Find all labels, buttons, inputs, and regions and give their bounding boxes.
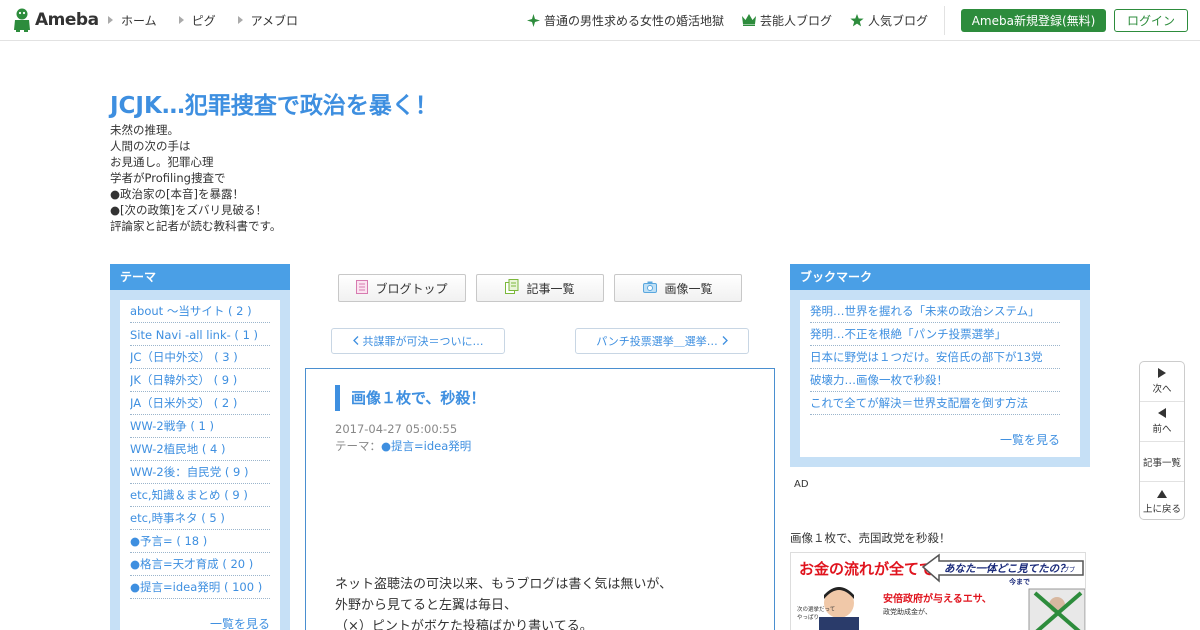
theme-item[interactable]: about ～当サイト ( 2 ) (130, 300, 270, 323)
entry-list-button[interactable]: 記事一覧 (476, 274, 604, 302)
global-nav: ホーム ピグ アメブロ (108, 0, 320, 40)
star-icon (850, 13, 864, 27)
floating-side-nav: 次へ 前へ 記事一覧 上に戻る (1139, 361, 1185, 520)
bookmark-item[interactable]: 発明…世界を握れる「未来の政治システム」 (810, 300, 1060, 323)
camera-icon (643, 281, 658, 296)
promo-link-celebrity[interactable]: 芸能人ブログ (742, 0, 832, 40)
theme-box-title: テーマ (110, 264, 290, 290)
ad-banner-image[interactable]: お金の流れが全てです。 あなた一体どこ見てたの？ ププ 今まで 次の選挙だって … (790, 552, 1086, 630)
caret-right-icon (178, 16, 184, 24)
blog-title[interactable]: JCJK…犯罪捜査で政治を暴く！ (110, 86, 438, 120)
article-theme-link[interactable]: ●提言=idea発明 (381, 439, 471, 453)
triangle-left-icon (1158, 408, 1166, 418)
sparkle-icon (527, 13, 540, 27)
theme-item[interactable]: JK（日韓外交） ( 9 ) (130, 369, 270, 392)
prev-entry-link[interactable]: 共謀罪が可決＝ついに… (331, 328, 505, 354)
theme-item[interactable]: WW-2植民地 ( 4 ) (130, 438, 270, 461)
theme-more-link[interactable]: 一覧を見る (210, 615, 270, 630)
ad-left-note2: やっぱり (797, 613, 819, 621)
article-body: ネット盗聴法の可決以来、もうブログは書く気は無いが、 外野から見てると左翼は毎日… (335, 577, 673, 630)
ad-label: AD (794, 479, 809, 490)
promo-link-popular[interactable]: 人気ブログ (850, 0, 928, 40)
header-divider (944, 6, 945, 35)
side-next-button[interactable]: 次へ (1140, 362, 1184, 402)
theme-item[interactable]: ●格言=天才育成 ( 20 ) (130, 553, 270, 576)
caret-right-icon (237, 16, 243, 24)
documents-icon (505, 279, 519, 297)
caret-right-icon (108, 16, 113, 24)
blog-description: 未然の推理。 人間の次の手は お見通し。犯罪心理 学者がProfiling捜査で… (110, 123, 282, 233)
ameba-logo-icon (12, 8, 32, 32)
ad-left-note: 次の選挙だって (797, 605, 835, 613)
side-list-button[interactable]: 記事一覧 (1140, 442, 1184, 482)
login-button[interactable]: ログイン (1114, 9, 1188, 32)
image-list-button[interactable]: 画像一覧 (614, 274, 742, 302)
article-title[interactable]: 画像１枚で、秒殺！ (335, 385, 485, 411)
theme-item[interactable]: ●予言= ( 18 ) (130, 530, 270, 553)
document-icon (356, 279, 369, 297)
ad-text-small: ププ (1063, 567, 1075, 574)
theme-item[interactable]: etc,時事ネタ ( 5 ) (130, 507, 270, 530)
ad-text-sub2: 政党助成金が、 (883, 607, 932, 616)
theme-item[interactable]: JC（日中外交） ( 3 ) (130, 346, 270, 369)
bookmark-box-body: 発明…世界を握れる「未来の政治システム」 発明…不正を根絶「パンチ投票選挙」 日… (800, 300, 1080, 457)
bookmark-item[interactable]: 破壊力…画像一枚で秒殺！ (810, 369, 1060, 392)
theme-item[interactable]: JA（日米外交） ( 2 ) (130, 392, 270, 415)
theme-box-body: about ～当サイト ( 2 ) Site Navi -all link- (… (120, 300, 280, 630)
side-prev-button[interactable]: 前へ (1140, 402, 1184, 442)
crown-icon (742, 14, 756, 26)
bookmark-list: 発明…世界を握れる「未来の政治システム」 発明…不正を根絶「パンチ投票選挙」 日… (810, 300, 1060, 415)
theme-list: about ～当サイト ( 2 ) Site Navi -all link- (… (130, 300, 270, 599)
next-entry-link[interactable]: パンチ投票選挙＿選挙… (575, 328, 749, 354)
ad-text-right: あなた一体どこ見てたの？ (944, 562, 1070, 575)
theme-item[interactable]: Site Navi -all link- ( 1 ) (130, 323, 270, 346)
bookmark-item[interactable]: 日本に野党は１つだけ。安倍氏の部下が13党 (810, 346, 1060, 369)
ameba-logo[interactable]: Ameba (12, 8, 99, 32)
register-button[interactable]: Ameba新規登録(無料) (961, 9, 1106, 32)
ad-text-small2: 今まで (1008, 577, 1030, 586)
nav-pigg[interactable]: ピグ (178, 12, 216, 29)
promo-link-konkatsu[interactable]: 普通の男性求める女性の婚活地獄 (527, 0, 724, 40)
global-header: Ameba ホーム ピグ アメブロ 普通の男性求める女性の婚活地獄 芸能人ブログ… (0, 0, 1200, 41)
chevron-left-icon (352, 335, 359, 348)
theme-item[interactable]: WW-2後：自民党 ( 9 ) (130, 461, 270, 484)
bookmark-box: ブックマーク 発明…世界を握れる「未来の政治システム」 発明…不正を根絶「パンチ… (790, 264, 1090, 467)
theme-item[interactable]: WW-2戦争 ( 1 ) (130, 415, 270, 438)
blog-top-button[interactable]: ブログトップ (338, 274, 466, 302)
theme-item[interactable]: etc,知識＆まとめ ( 9 ) (130, 484, 270, 507)
chevron-right-icon (722, 335, 728, 348)
ad-caption[interactable]: 画像１枚で、売国政党を秒殺！ (790, 530, 951, 546)
nav-home[interactable]: ホーム (108, 12, 157, 29)
article: 画像１枚で、秒殺！ 2017-04-27 05:00:55 テーマ：●提言=id… (305, 368, 775, 630)
ad-text-sub: 安倍政府が与えるエサ、 (883, 592, 992, 605)
triangle-right-icon (1158, 368, 1166, 378)
bookmark-item[interactable]: 発明…不正を根絶「パンチ投票選挙」 (810, 323, 1060, 346)
article-theme: テーマ：●提言=idea発明 (335, 439, 472, 453)
article-date: 2017-04-27 05:00:55 (335, 422, 458, 436)
ameba-logo-text: Ameba (35, 10, 99, 30)
triangle-up-icon (1157, 489, 1167, 498)
bookmark-box-title: ブックマーク (790, 264, 1090, 290)
theme-box: テーマ about ～当サイト ( 2 ) Site Navi -all lin… (110, 264, 290, 630)
bookmark-more-link[interactable]: 一覧を見る (1000, 431, 1060, 448)
nav-ameblo[interactable]: アメブロ (237, 12, 298, 29)
theme-item[interactable]: ●提言=idea発明 ( 100 ) (130, 576, 270, 599)
bookmark-item[interactable]: これで全てが解決＝世界支配層を倒す方法 (810, 392, 1060, 415)
side-top-button[interactable]: 上に戻る (1140, 482, 1184, 522)
